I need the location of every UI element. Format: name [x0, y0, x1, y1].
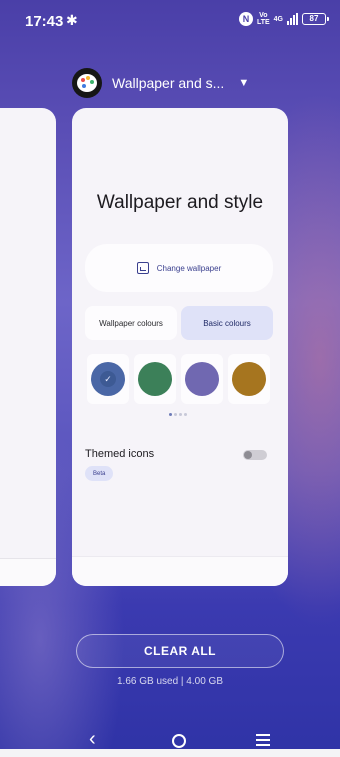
battery-level: 87: [309, 14, 319, 23]
back-icon[interactable]: ‹: [89, 728, 96, 751]
swatch-circle: ✓: [91, 362, 125, 396]
volte-top-label: Vo: [259, 12, 268, 19]
volte-bottom-label: LTE: [256, 19, 270, 26]
themed-icons-toggle[interactable]: [243, 450, 267, 460]
status-bar: 17:43 ✱ N Vo LTE 4G 87: [0, 0, 340, 40]
app-title: Wallpaper and s...: [112, 75, 225, 91]
tab-basic-colours[interactable]: Basic colours: [181, 306, 273, 340]
themed-icons-label: Themed icons: [85, 448, 155, 460]
wallpaper-icon: [136, 262, 149, 274]
check-icon: ✓: [100, 371, 116, 387]
color-swatch-4[interactable]: [228, 354, 270, 404]
nfc-icon: N: [238, 12, 253, 26]
page-indicator: [169, 413, 187, 416]
page-dot: [169, 413, 172, 416]
menu-icon[interactable]: [256, 734, 270, 749]
swatch-circle: [138, 362, 172, 396]
page-title: Wallpaper and style: [96, 192, 264, 213]
page-dot: [174, 413, 177, 416]
card-footer-strip: [72, 556, 288, 586]
beta-badge: Beta: [85, 466, 114, 481]
clear-all-button[interactable]: CLEAR ALL: [76, 634, 284, 668]
swatch-circle: [232, 362, 266, 396]
change-wallpaper-label: Change wallpaper: [156, 263, 222, 273]
signal-icon: [287, 13, 298, 25]
tab-wallpaper-colours[interactable]: Wallpaper colours: [85, 306, 177, 340]
card-footer-strip: [0, 558, 56, 586]
status-icons: N Vo LTE 4G 87: [238, 12, 329, 26]
network-type-label: 4G: [273, 15, 283, 23]
status-time: 17:43: [25, 13, 64, 30]
swatch-circle: [185, 362, 219, 396]
color-swatch-1[interactable]: ✓: [87, 354, 129, 404]
page-dot: [179, 413, 182, 416]
page-dot: [184, 413, 187, 416]
recent-app-card-previous[interactable]: [0, 108, 56, 586]
volte-icon: Vo LTE: [257, 12, 270, 26]
home-icon[interactable]: [172, 734, 186, 748]
color-swatch-3[interactable]: [181, 354, 223, 404]
recent-app-card-wallpaper[interactable]: Wallpaper and style Change wallpaper Wal…: [72, 108, 288, 586]
memory-usage: 1.66 GB used | 4.00 GB: [117, 676, 223, 687]
gear-icon: ✱: [66, 12, 78, 28]
chevron-down-icon[interactable]: ▼: [238, 77, 249, 89]
color-swatch-2[interactable]: [134, 354, 176, 404]
palette-icon: [72, 68, 102, 98]
battery-icon: 87: [302, 13, 329, 25]
change-wallpaper-button[interactable]: Change wallpaper: [85, 244, 273, 292]
recents-screen: 17:43 ✱ N Vo LTE 4G 87 Wallpaper and s..…: [0, 0, 340, 757]
app-header[interactable]: Wallpaper and s... ▼: [72, 68, 249, 98]
